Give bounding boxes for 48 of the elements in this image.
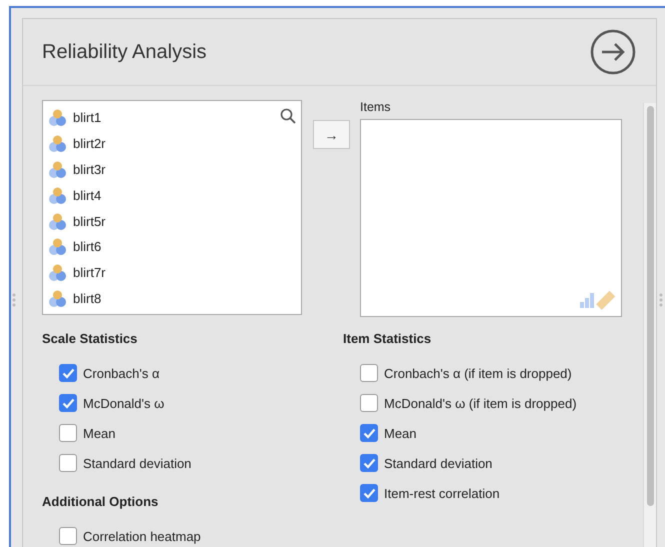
option-label: Mean bbox=[384, 426, 417, 440]
checkbox[interactable] bbox=[360, 394, 378, 412]
option-label: McDonald's ω bbox=[83, 396, 164, 410]
variable-icon bbox=[48, 186, 67, 204]
section-heading: Scale Statistics bbox=[42, 331, 138, 348]
variable-name[interactable]: blirt3r bbox=[73, 162, 106, 177]
measure-types-icon bbox=[579, 290, 617, 310]
option-label: McDonald's ω (if item is dropped) bbox=[384, 396, 577, 410]
option-label: Standard deviation bbox=[83, 456, 192, 470]
variable-icon bbox=[48, 109, 67, 126]
checkbox[interactable] bbox=[59, 424, 77, 442]
resize-grip-icon[interactable] bbox=[12, 293, 16, 307]
option-label: Mean bbox=[83, 426, 116, 440]
variable-name[interactable]: blirt8 bbox=[73, 290, 102, 306]
checkbox[interactable] bbox=[360, 364, 378, 382]
checkbox[interactable] bbox=[360, 484, 378, 502]
checkbox[interactable] bbox=[59, 364, 77, 382]
checkbox[interactable] bbox=[360, 424, 378, 442]
scrollbar-thumb[interactable] bbox=[647, 106, 654, 506]
option-label: Item-rest correlation bbox=[384, 486, 500, 500]
checkbox[interactable] bbox=[59, 527, 77, 545]
variable-name[interactable]: blirt5r bbox=[73, 214, 106, 229]
variable-icon bbox=[48, 264, 67, 282]
variable-icon bbox=[48, 290, 67, 307]
resize-grip-icon[interactable] bbox=[659, 293, 663, 307]
variable-icon bbox=[48, 160, 67, 178]
panel-title: Reliability Analysis bbox=[42, 40, 207, 64]
variable-icon bbox=[48, 212, 67, 230]
section-heading: Item Statistics bbox=[343, 331, 432, 348]
variable-name[interactable]: blirt4 bbox=[73, 188, 102, 203]
items-label: Items bbox=[360, 100, 392, 116]
search-icon[interactable] bbox=[280, 108, 296, 124]
option-label: Standard deviation bbox=[384, 456, 492, 470]
variable-name[interactable]: blirt7r bbox=[73, 265, 106, 280]
move-button[interactable]: → bbox=[313, 120, 350, 149]
variable-name[interactable]: blirt2r bbox=[73, 136, 106, 152]
scrollbar[interactable] bbox=[643, 103, 656, 547]
option-label: Cronbach's α (if item is dropped) bbox=[384, 366, 572, 380]
section-heading: Additional Options bbox=[42, 494, 160, 511]
variable-icon bbox=[48, 238, 67, 256]
option-label: Correlation heatmap bbox=[83, 528, 201, 544]
variable-name[interactable]: blirt6 bbox=[73, 239, 102, 254]
checkbox[interactable] bbox=[360, 454, 378, 472]
checkbox[interactable] bbox=[59, 394, 77, 412]
checkbox[interactable] bbox=[59, 454, 77, 472]
variable-name[interactable]: blirt1 bbox=[73, 110, 102, 126]
option-label: Cronbach's α bbox=[83, 366, 160, 380]
variable-icon bbox=[48, 135, 67, 152]
